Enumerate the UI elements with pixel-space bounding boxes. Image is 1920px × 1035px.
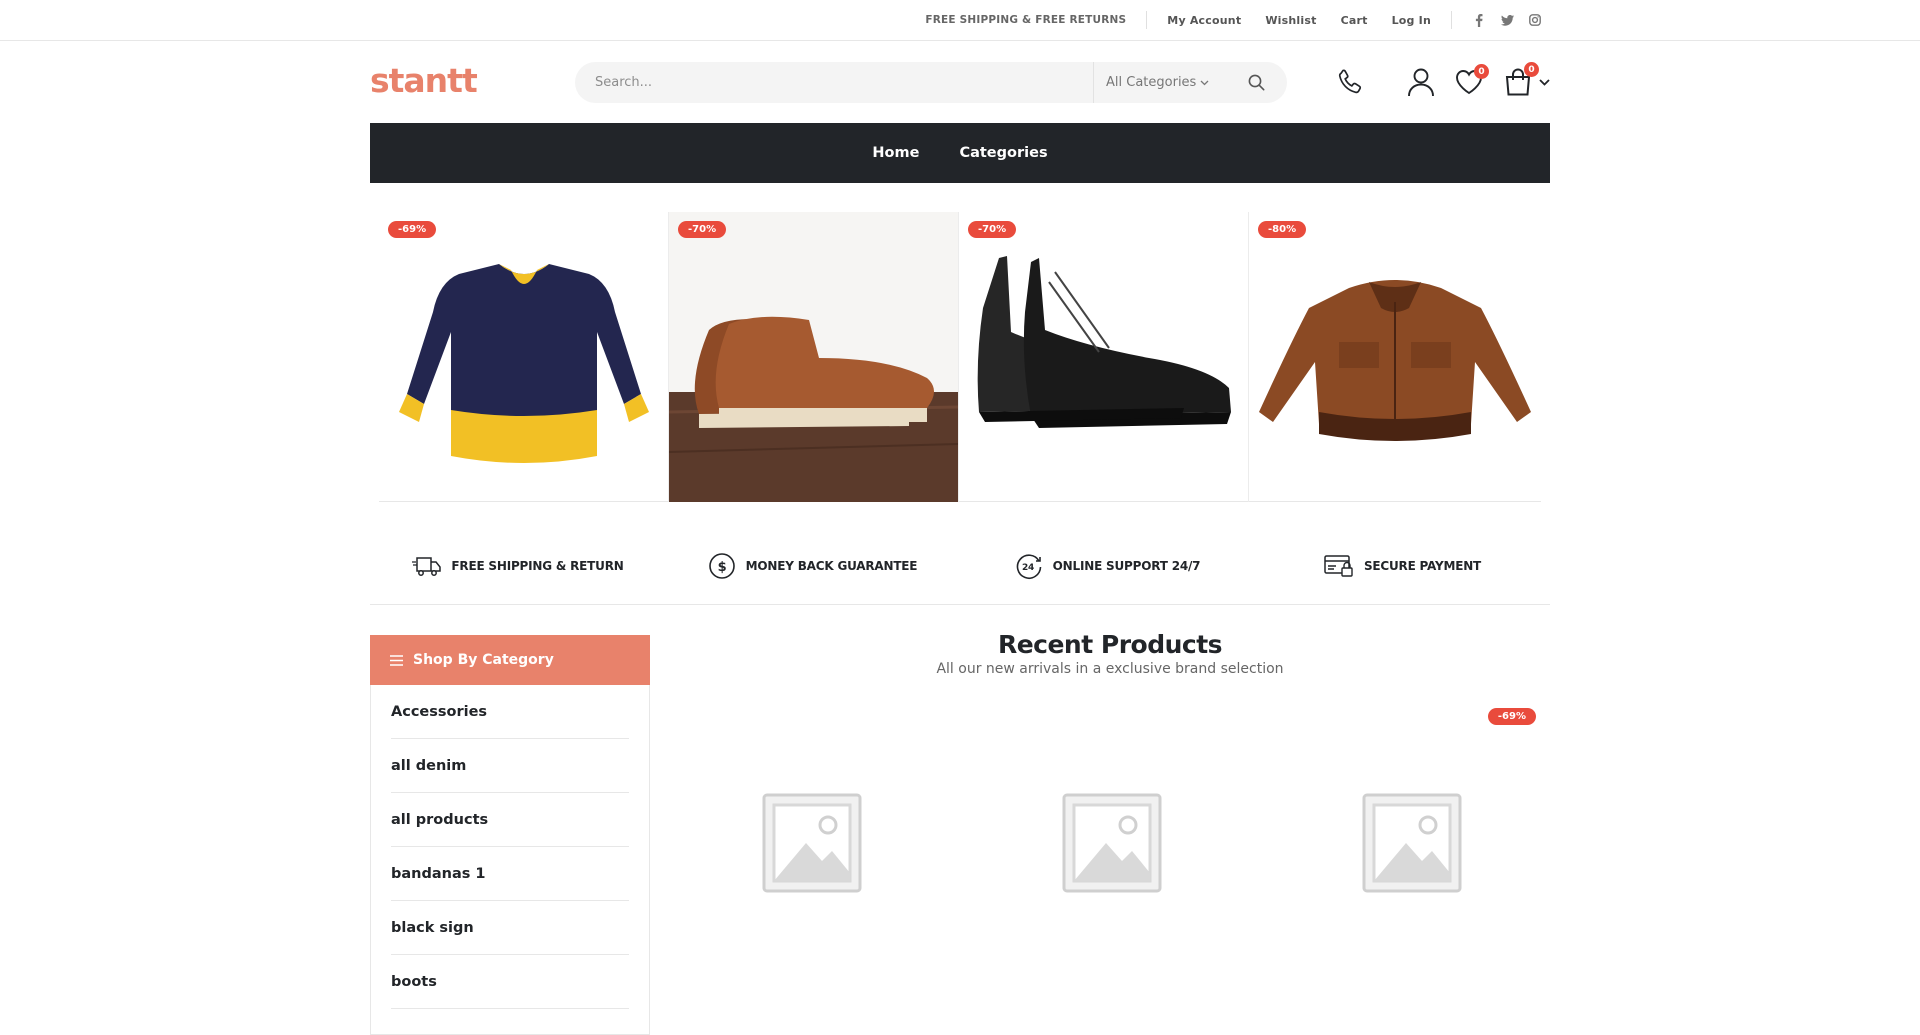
discount-badge: -70% [678, 221, 727, 238]
feature-label: ONLINE SUPPORT 24/7 [1052, 558, 1201, 573]
main-nav: Home Categories [370, 123, 1550, 183]
menu-icon [390, 654, 403, 666]
product-card[interactable]: -80% [1249, 212, 1541, 502]
product-card[interactable] [972, 705, 1252, 995]
instagram-icon[interactable] [1528, 13, 1542, 27]
feature-item: FREE SHIPPING & RETURN [370, 527, 665, 604]
truck-icon [412, 556, 442, 576]
brown-moc-toe-boots-image [669, 212, 958, 502]
chevron-down-icon[interactable] [1539, 78, 1550, 86]
dollar-icon: $ [708, 552, 735, 579]
search-icon [1248, 74, 1264, 91]
section-title: Recent Products [997, 630, 1223, 659]
featured-products: -69% -70% -70% -80% [379, 212, 1541, 502]
feature-item: $ MONEY BACK GUARANTEE [665, 527, 960, 604]
search-button[interactable] [1225, 62, 1287, 103]
category-item[interactable]: all denim [391, 739, 629, 793]
login-link[interactable]: Log In [1392, 14, 1431, 27]
feature-label: MONEY BACK GUARANTEE [745, 558, 918, 573]
wishlist-count-badge: 0 [1474, 64, 1489, 79]
feature-label: FREE SHIPPING & RETURN [451, 558, 624, 573]
site-header: stantt Search... All Categories 0 0 [370, 41, 1550, 123]
category-item[interactable]: boots [391, 955, 629, 1009]
category-sidebar: Shop By Category Accessories all denim a… [370, 635, 650, 1035]
placeholder-image-icon [762, 793, 862, 893]
top-bar: FREE SHIPPING & FREE RETURNS My Account … [0, 0, 1920, 41]
discount-badge: -70% [968, 221, 1017, 238]
sidebar-header[interactable]: Shop By Category [370, 635, 650, 685]
svg-text:24: 24 [1022, 563, 1034, 573]
navy-sweatshirt-image [399, 264, 649, 463]
product-card[interactable]: -69% [379, 212, 669, 502]
product-card[interactable]: -69% [1272, 705, 1552, 995]
search-input[interactable]: Search... [575, 62, 1093, 103]
my-account-link[interactable]: My Account [1167, 14, 1241, 27]
chevron-down-icon [1200, 80, 1209, 85]
phone-icon[interactable] [1335, 67, 1365, 97]
brown-leather-jacket-image [1259, 280, 1531, 441]
divider [1146, 11, 1148, 29]
placeholder-image-icon [1362, 793, 1462, 893]
category-list: Accessories all denim all products banda… [371, 685, 649, 1009]
product-card[interactable]: -70% [959, 212, 1249, 502]
account-icon[interactable] [1407, 67, 1435, 97]
category-select-value: All Categories [1106, 75, 1197, 90]
nav-categories[interactable]: Categories [959, 145, 1047, 161]
black-leather-boots-image [977, 256, 1231, 428]
cart-icon[interactable]: 0 [1503, 62, 1539, 97]
discount-badge: -69% [388, 221, 437, 238]
sidebar-title: Shop By Category [413, 652, 554, 668]
facebook-icon[interactable] [1472, 13, 1486, 27]
site-logo[interactable]: stantt [370, 61, 478, 100]
category-item[interactable]: black sign [391, 901, 629, 955]
category-item[interactable]: all products [391, 793, 629, 847]
cart-link[interactable]: Cart [1341, 14, 1368, 27]
cart-count-badge: 0 [1524, 62, 1539, 77]
social-links [1472, 13, 1542, 27]
promo-text: FREE SHIPPING & FREE RETURNS [925, 14, 1127, 26]
secure-payment-icon [1324, 554, 1353, 577]
header-icons: 0 0 [1335, 61, 1550, 103]
divider [1451, 11, 1452, 29]
product-card[interactable] [672, 705, 952, 995]
svg-text:$: $ [717, 560, 726, 575]
category-item[interactable]: Accessories [391, 685, 629, 739]
top-links: My Account Wishlist Cart Log In [1167, 14, 1431, 27]
section-subtitle: All our new arrivals in a exclusive bran… [936, 661, 1284, 677]
placeholder-image-icon [1062, 793, 1162, 893]
twitter-icon[interactable] [1500, 13, 1514, 27]
product-card[interactable]: -70% [669, 212, 959, 502]
search-bar: Search... All Categories [575, 62, 1287, 103]
discount-badge: -80% [1258, 221, 1307, 238]
discount-badge: -69% [1487, 708, 1536, 725]
feature-item: SECURE PAYMENT [1255, 527, 1550, 604]
category-item[interactable]: bandanas 1 [391, 847, 629, 901]
service-features: FREE SHIPPING & RETURN $ MONEY BACK GUAR… [370, 527, 1550, 605]
wishlist-icon[interactable]: 0 [1455, 64, 1489, 95]
category-select[interactable]: All Categories [1093, 62, 1225, 103]
wishlist-link[interactable]: Wishlist [1265, 14, 1316, 27]
feature-item: 24 ONLINE SUPPORT 24/7 [960, 527, 1255, 604]
feature-label: SECURE PAYMENT [1363, 558, 1482, 573]
nav-home[interactable]: Home [872, 145, 919, 161]
support-24-icon: 24 [1016, 553, 1041, 579]
